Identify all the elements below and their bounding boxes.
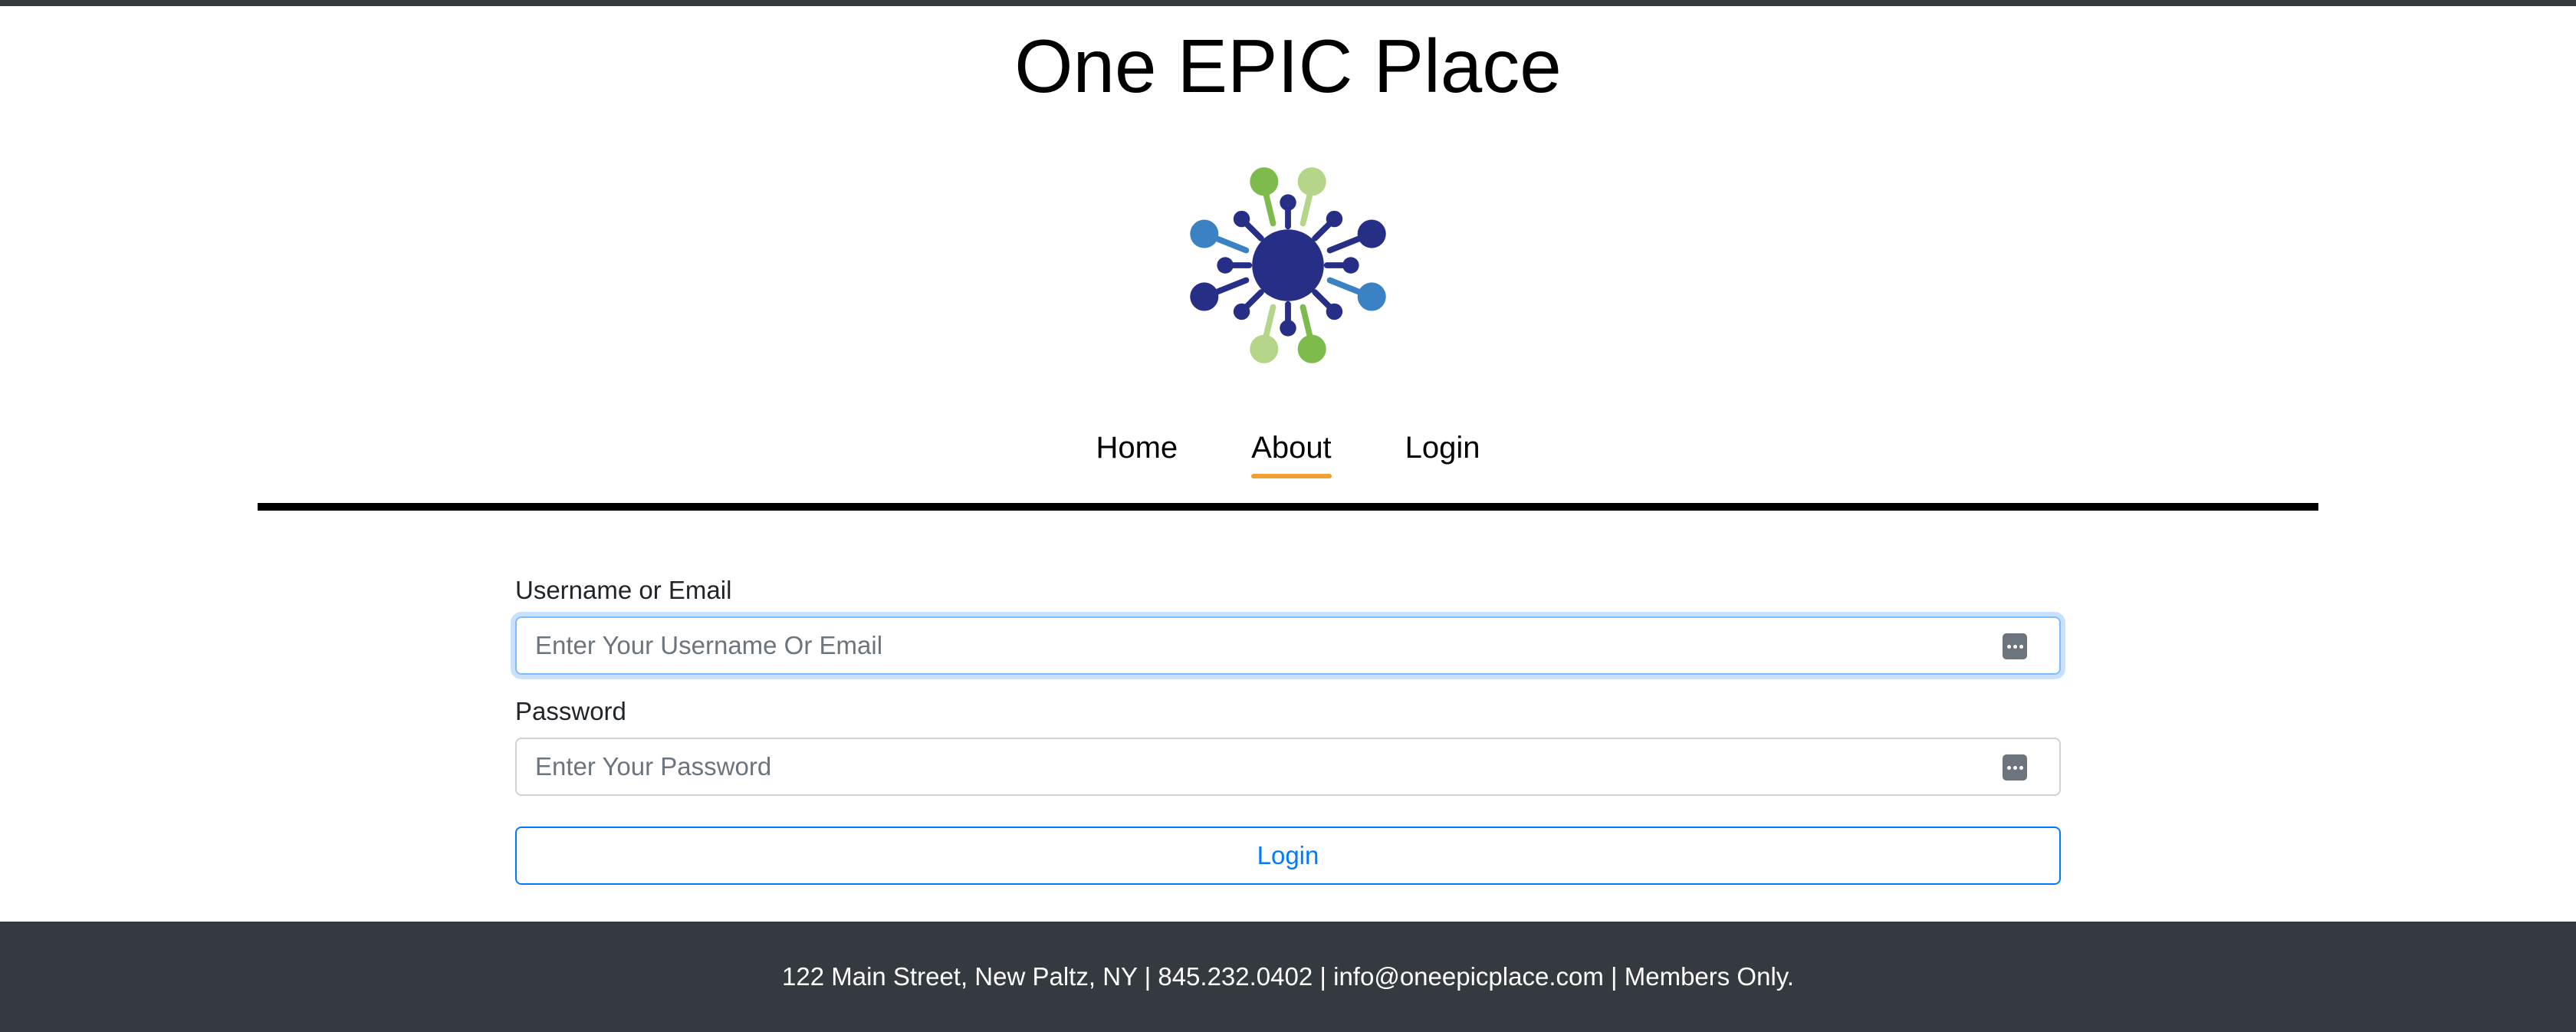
site-title: One EPIC Place bbox=[1014, 24, 1562, 108]
password-field bbox=[515, 738, 2061, 796]
password-manager-icon[interactable] bbox=[2003, 633, 2027, 659]
password-manager-icon[interactable] bbox=[2003, 754, 2027, 781]
main-nav: Home About Login bbox=[0, 423, 2576, 478]
nav-about-link[interactable]: About bbox=[1214, 423, 1368, 478]
top-border bbox=[0, 0, 2576, 6]
network-hub-logo-icon bbox=[1190, 167, 1386, 363]
nav-home-link[interactable]: Home bbox=[1059, 423, 1214, 475]
nav-home-label: Home bbox=[1096, 431, 1178, 465]
username-field bbox=[515, 616, 2061, 675]
password-input[interactable] bbox=[517, 739, 2059, 794]
footer-text: 122 Main Street, New Paltz, NY | 845.232… bbox=[782, 962, 1794, 991]
nav-login-link[interactable]: Login bbox=[1368, 423, 1517, 475]
username-input[interactable] bbox=[517, 618, 2059, 673]
username-label: Username or Email bbox=[515, 576, 732, 604]
login-form: Username or Email Password Login bbox=[515, 574, 2061, 885]
nav-login-label: Login bbox=[1405, 431, 1480, 465]
header-divider bbox=[258, 503, 2318, 511]
footer: 122 Main Street, New Paltz, NY | 845.232… bbox=[0, 922, 2576, 1032]
login-button[interactable]: Login bbox=[515, 827, 2061, 885]
password-label: Password bbox=[515, 697, 626, 725]
nav-about-label: About bbox=[1251, 423, 1332, 478]
